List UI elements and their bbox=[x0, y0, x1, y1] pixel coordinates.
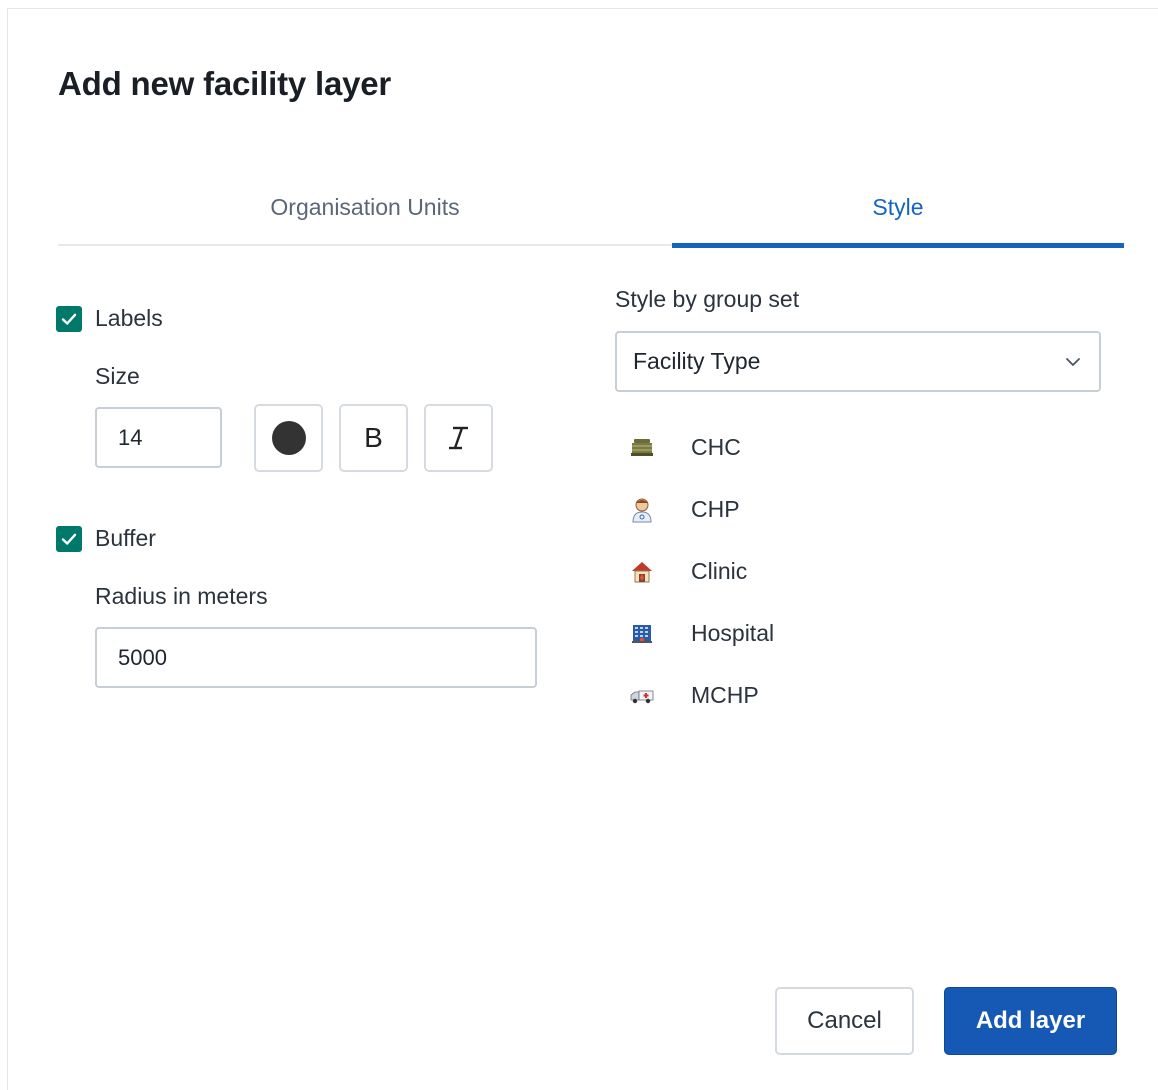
check-icon bbox=[56, 525, 82, 552]
add-layer-button[interactable]: Add layer bbox=[944, 987, 1117, 1055]
bold-button[interactable]: B bbox=[339, 404, 408, 472]
buffer-checkbox-label: Buffer bbox=[95, 525, 156, 551]
legend-item-clinic: Clinic bbox=[629, 558, 747, 585]
chevron-down-icon bbox=[1066, 357, 1080, 366]
color-swatch-icon bbox=[271, 421, 306, 455]
tab-organisation-units[interactable]: Organisation Units bbox=[58, 169, 672, 246]
italic-icon bbox=[448, 426, 468, 450]
label-size-input[interactable]: 14 bbox=[95, 407, 222, 468]
italic-button[interactable] bbox=[424, 404, 493, 472]
chc-building-icon bbox=[629, 435, 655, 461]
buffer-radius-input[interactable]: 5000 bbox=[95, 627, 537, 688]
buffer-checkbox[interactable]: Buffer bbox=[56, 525, 156, 552]
cancel-button[interactable]: Cancel bbox=[775, 987, 914, 1055]
clinic-house-icon bbox=[629, 559, 655, 585]
style-by-label: Style by group set bbox=[615, 286, 800, 312]
legend-item-mchp: MCHP bbox=[629, 682, 759, 709]
legend-item-label: CHC bbox=[691, 434, 741, 460]
legend-item-label: Hospital bbox=[691, 620, 775, 646]
labels-checkbox-label: Labels bbox=[95, 305, 163, 331]
hospital-building-icon bbox=[629, 621, 655, 647]
radius-label: Radius in meters bbox=[95, 583, 268, 609]
legend-item-label: MCHP bbox=[691, 682, 759, 708]
legend-item-hospital: Hospital bbox=[629, 620, 774, 647]
size-label: Size bbox=[95, 363, 140, 389]
legend-item-chp: CHP bbox=[629, 496, 740, 523]
group-set-select[interactable]: Facility Type bbox=[615, 331, 1101, 392]
mchp-ambulance-icon bbox=[629, 683, 655, 709]
label-color-button[interactable] bbox=[254, 404, 323, 472]
group-set-value: Facility Type bbox=[633, 348, 761, 374]
bold-icon: B bbox=[364, 422, 383, 453]
add-layer-dialog: Add new facility layer Organisation Unit… bbox=[7, 8, 1158, 1090]
chp-doctor-icon bbox=[629, 497, 655, 523]
legend-item-chc: CHC bbox=[629, 434, 741, 461]
dialog-title: Add new facility layer bbox=[58, 65, 392, 102]
tab-style[interactable]: Style bbox=[672, 169, 1124, 248]
legend-item-label: Clinic bbox=[691, 558, 748, 584]
labels-checkbox[interactable]: Labels bbox=[56, 305, 163, 332]
tab-bar: Organisation Units Style bbox=[58, 169, 1124, 248]
check-icon bbox=[56, 305, 82, 332]
legend-item-label: CHP bbox=[691, 496, 740, 522]
